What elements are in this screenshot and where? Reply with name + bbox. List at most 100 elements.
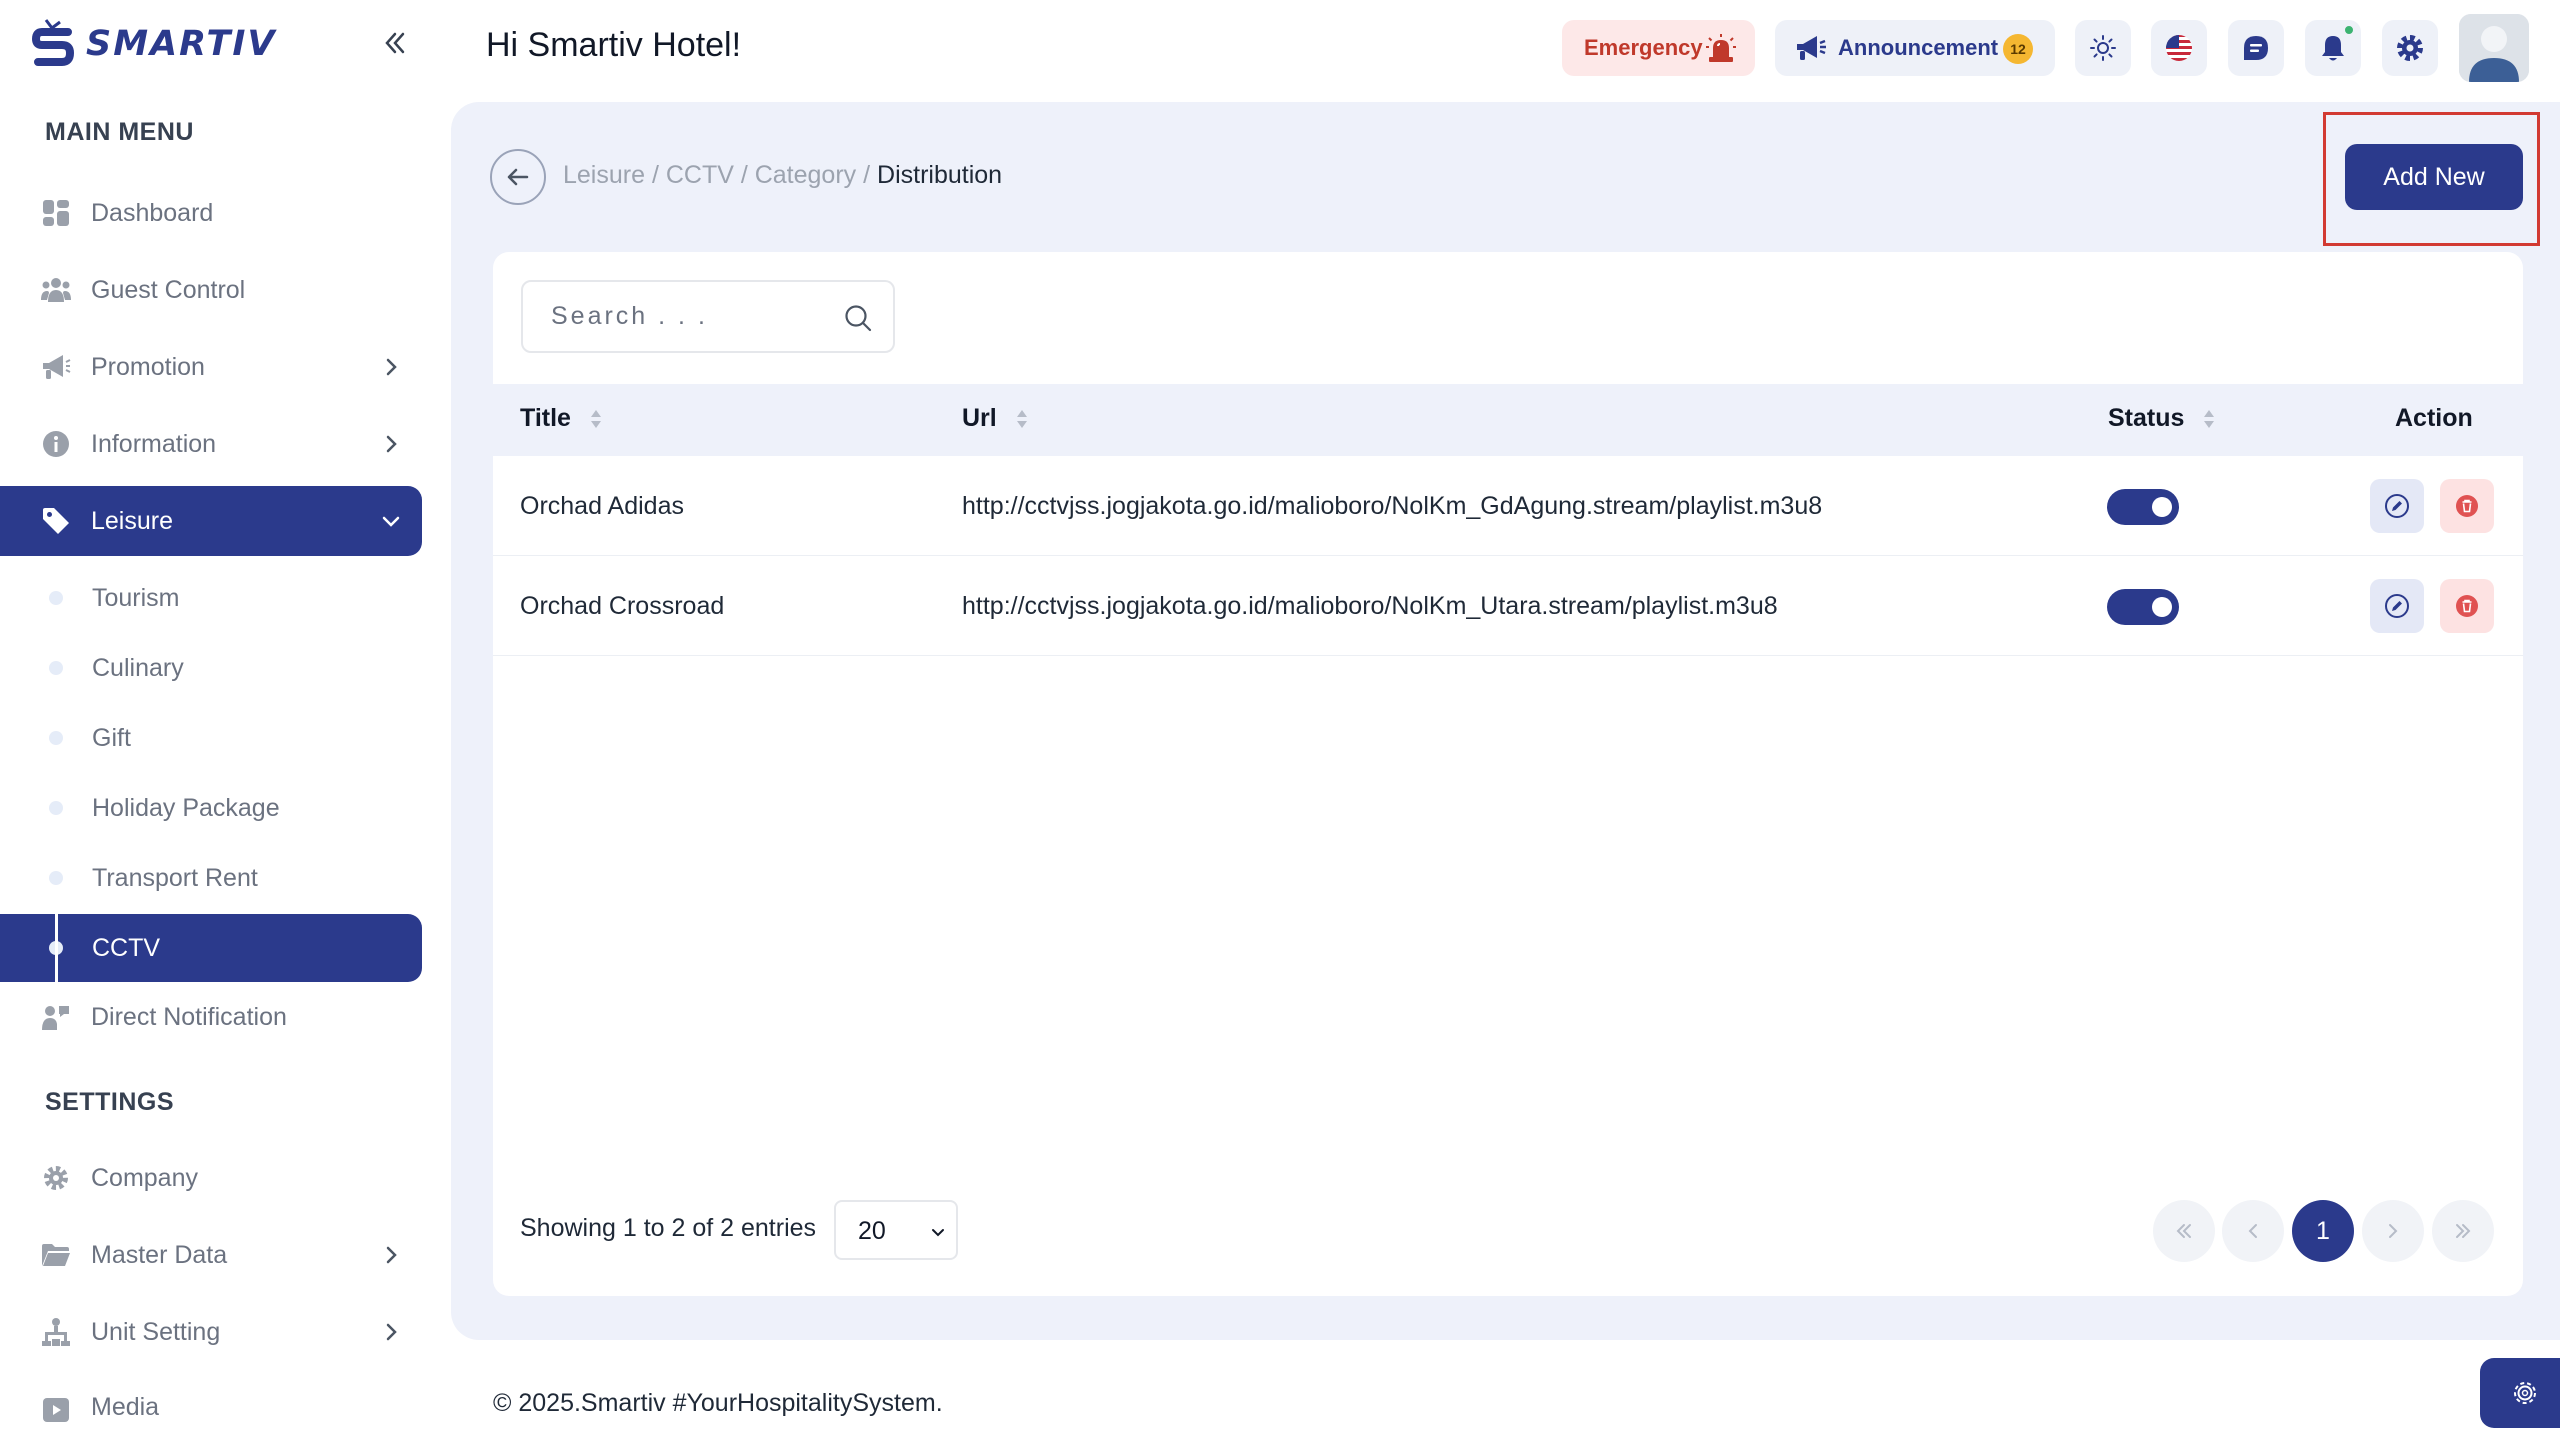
sidebar-item-direct-notification[interactable]: Direct Notification [0,982,422,1052]
edit-button[interactable] [2370,579,2424,633]
bullet-icon [49,871,63,885]
prev-page-button[interactable] [2222,1200,2284,1262]
notifications-button[interactable] [2305,20,2361,76]
column-title-label: Title [520,404,571,432]
column-header-url[interactable]: Url [962,404,1029,433]
emergency-label: Emergency [1584,35,1703,60]
sidebar-item-label: Direct Notification [91,1002,287,1031]
sidebar-item-guest-control[interactable]: Guest Control [0,255,422,325]
search-input[interactable] [523,282,893,351]
gear-icon [40,1162,72,1194]
breadcrumb: Leisure / CCTV / Category / Distribution [563,161,1002,190]
sidebar-subitem-gift[interactable]: Gift [0,705,422,771]
chevron-right-icon [378,1242,404,1268]
sidebar-item-unit-setting[interactable]: Unit Setting [0,1297,422,1367]
double-chevron-right-icon [2456,1224,2471,1238]
delete-button[interactable] [2440,579,2494,633]
per-page-select[interactable]: 20 [834,1200,958,1260]
trash-icon [2456,595,2478,617]
sidebar-item-label: Guest Control [91,275,246,304]
sidebar-item-dashboard[interactable]: Dashboard [0,178,422,248]
sidebar-subitem-tourism[interactable]: Tourism [0,565,422,631]
dashboard-icon [40,197,72,229]
sidebar-subitem-holiday-package[interactable]: Holiday Package [0,775,422,841]
emergency-button[interactable]: Emergency [1562,20,1755,76]
avatar[interactable] [2459,14,2529,82]
column-header-status[interactable]: Status [2108,404,2216,433]
sidebar-item-label: Promotion [91,352,205,381]
chat-button[interactable] [2228,20,2284,76]
column-header-title[interactable]: Title [520,404,603,433]
table-header [493,384,2523,456]
megaphone-icon [1795,34,1827,62]
sidebar-subitem-label: Gift [92,723,131,752]
theme-toggle-button[interactable] [2075,20,2131,76]
sort-icon [590,409,601,428]
sidebar-item-company[interactable]: Company [0,1143,422,1213]
user-avatar-icon [2459,14,2529,82]
footer-copyright: © 2025.Smartiv #YourHospitalitySystem. [493,1389,943,1417]
chevron-down-icon [378,508,404,534]
bullet-icon [49,591,63,605]
sidebar-item-label: Leisure [91,506,173,535]
sidebar-item-master-data[interactable]: Master Data [0,1220,422,1290]
sidebar-item-label: Unit Setting [91,1317,221,1346]
sidebar-subitem-cctv[interactable]: CCTV [0,914,422,982]
next-page-button[interactable] [2362,1200,2424,1262]
last-page-button[interactable] [2432,1200,2494,1262]
logo[interactable]: SMARTIV [32,18,277,70]
bullet-icon [49,661,63,675]
floating-settings-button[interactable] [2480,1358,2560,1428]
delete-button[interactable] [2440,479,2494,533]
sidebar-subitem-culinary[interactable]: Culinary [0,635,422,701]
settings-button[interactable] [2382,20,2438,76]
double-chevron-left-icon [2176,1224,2191,1238]
sidebar-item-leisure[interactable]: Leisure [0,486,422,556]
collapse-sidebar-button[interactable] [378,26,412,60]
highlight-box [2323,112,2540,246]
chevron-right-icon [2389,1224,2398,1238]
search-icon [843,303,873,333]
announcement-button[interactable]: Announcement 12 [1775,20,2055,76]
sidebar: SMARTIV MAIN MENU Dashboard Guest Contro… [0,0,450,1449]
page-1-button[interactable]: 1 [2292,1200,2354,1262]
row-title: Orchad Adidas [520,492,684,520]
us-flag-icon [2165,34,2193,62]
smartiv-logo-icon [32,18,76,70]
edit-button[interactable] [2370,479,2424,533]
status-toggle[interactable] [2107,489,2179,525]
announcement-label: Announcement [1838,35,1999,60]
folder-icon [40,1239,72,1271]
search-field[interactable] [521,280,895,353]
column-url-label: Url [962,404,997,432]
sidebar-item-promotion[interactable]: Promotion [0,332,422,402]
announcement-count-badge: 12 [2003,34,2033,64]
pencil-icon [2385,594,2409,618]
language-button[interactable] [2151,20,2207,76]
bullet-icon [49,801,63,815]
info-icon [40,428,72,460]
chevron-right-icon [378,354,404,380]
chevron-right-icon [378,1319,404,1345]
gear-icon [2395,33,2425,63]
back-button[interactable] [490,149,546,205]
sort-icon [2204,409,2215,428]
sidebar-item-information[interactable]: Information [0,409,422,479]
sidebar-subitem-transport-rent[interactable]: Transport Rent [0,845,422,911]
column-header-action: Action [2395,404,2473,433]
first-page-button[interactable] [2153,1200,2215,1262]
sidebar-subitem-label: Tourism [92,583,180,612]
breadcrumb-current: Distribution [877,161,1003,189]
sidebar-subitem-label: CCTV [92,933,161,962]
breadcrumb-trail[interactable]: Leisure / CCTV / Category / [563,161,877,189]
column-action-label: Action [2395,404,2473,432]
bullet-icon [49,731,63,745]
sidebar-item-media[interactable]: Media [0,1374,422,1449]
sidebar-item-label: Information [91,429,217,458]
double-chevron-left-icon [385,32,405,54]
unit-icon [40,1316,72,1348]
chevron-down-icon [929,1223,947,1241]
sidebar-subitem-label: Culinary [92,653,184,682]
sort-icon [1016,409,1027,428]
status-toggle[interactable] [2107,589,2179,625]
